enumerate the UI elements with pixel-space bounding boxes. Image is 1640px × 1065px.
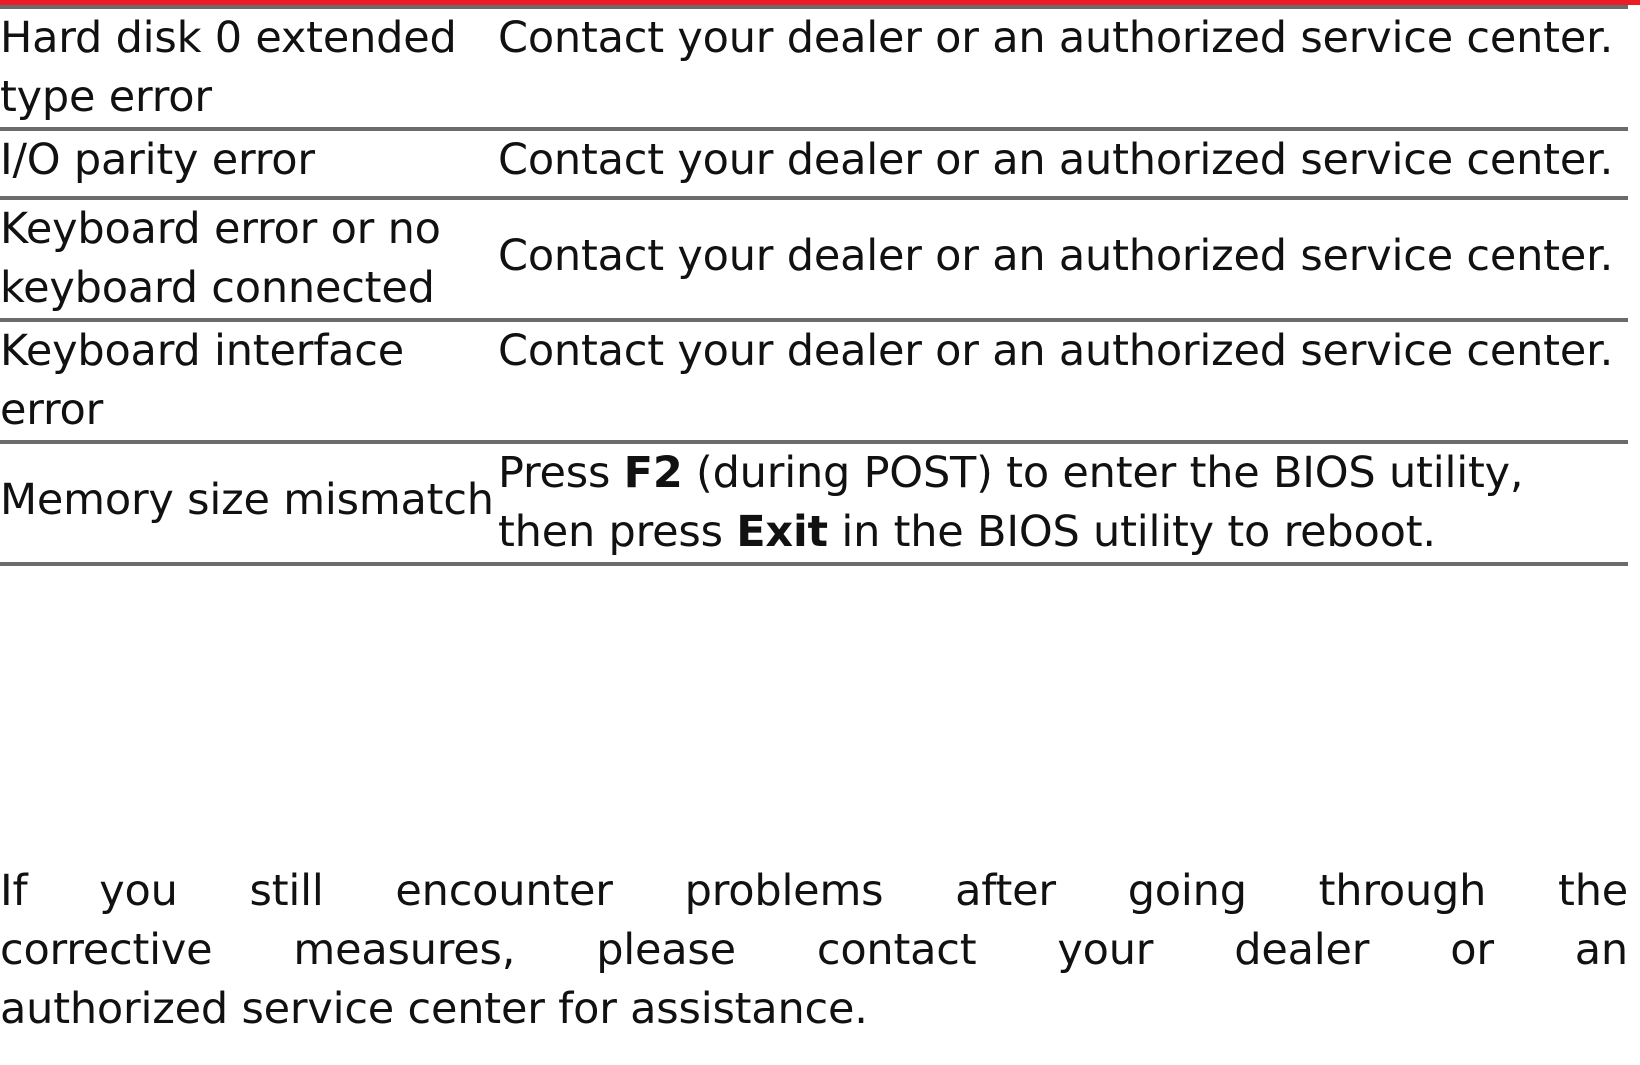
table-body: Hard disk 0 extended type error Contact …	[0, 9, 1628, 566]
closing-paragraph-line: authorized service center for assistance…	[0, 984, 868, 1034]
cause-cell: Hard disk 0 extended type error	[0, 9, 498, 131]
cause-cell: Keyboard interface error	[0, 320, 498, 444]
key-label: Exit	[736, 507, 828, 557]
table-row: Keyboard error or no keyboard connected …	[0, 198, 1628, 322]
action-cell-rich: Press F2 (during POST) to enter the BIOS…	[498, 442, 1628, 566]
table-row: Memory size mismatch Press F2 (during PO…	[0, 442, 1628, 566]
closing-paragraph: If you still encounter problems after go…	[0, 862, 1628, 1039]
key-label: F2	[623, 448, 683, 498]
table-row: Hard disk 0 extended type error Contact …	[0, 9, 1628, 131]
action-text: in the BIOS utility to reboot.	[827, 507, 1436, 557]
action-cell: Contact your dealer or an authorized ser…	[498, 129, 1628, 200]
cause-cell: Memory size mismatch	[0, 442, 498, 566]
closing-paragraph-line: If you still encounter problems after go…	[0, 866, 1628, 916]
cause-cell: I/O parity error	[0, 129, 498, 200]
document-page: Hard disk 0 extended type error Contact …	[0, 0, 1640, 1065]
action-cell: Contact your dealer or an authorized ser…	[498, 9, 1628, 131]
action-cell: Contact your dealer or an authorized ser…	[498, 198, 1628, 322]
cause-cell: Keyboard error or no keyboard connected	[0, 198, 498, 322]
table-row: I/O parity error Contact your dealer or …	[0, 129, 1628, 200]
action-text: Press	[498, 448, 624, 498]
closing-paragraph-line: corrective measures, please contact your…	[0, 925, 1628, 975]
error-messages-table: Hard disk 0 extended type error Contact …	[0, 9, 1628, 566]
table-row: Keyboard interface error Contact your de…	[0, 320, 1628, 444]
action-cell: Contact your dealer or an authorized ser…	[498, 320, 1628, 444]
